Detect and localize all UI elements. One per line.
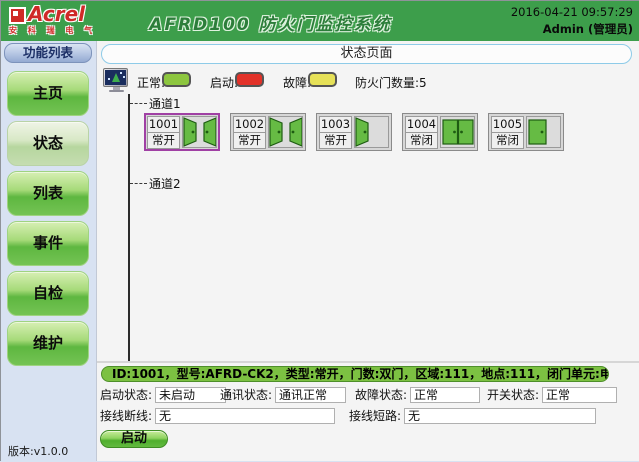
door-item-1005[interactable]: 1005常闭 <box>488 113 564 151</box>
monitor-icon[interactable] <box>103 68 130 95</box>
legend-normal-swatch <box>162 72 191 87</box>
tree-connector <box>130 183 147 184</box>
door-item-1001[interactable]: 1001常开 <box>144 113 220 151</box>
door-id: 1005 <box>491 116 524 133</box>
datetime-label: 2016-04-21 09:57:29 <box>511 5 633 19</box>
channel2-label: 通道2 <box>149 175 181 192</box>
sidebar-item-4[interactable]: 事件 <box>7 221 89 266</box>
channel1-label: 通道1 <box>149 95 181 112</box>
app-window: Acrel 安 科 瑞 电 气 AFRD100 防火门监控系统 2016-04-… <box>0 0 639 461</box>
door-graphic-open-double <box>268 116 303 148</box>
legend-fault-label: 故障: <box>283 74 311 91</box>
sidebar-item-3[interactable]: 列表 <box>7 171 89 216</box>
door-id: 1003 <box>319 116 352 133</box>
fault-state-field[interactable] <box>410 387 480 403</box>
door-item-1004[interactable]: 1004常闭 <box>402 113 478 151</box>
door-item-1002[interactable]: 1002常开 <box>230 113 306 151</box>
start-button[interactable]: 启动 <box>100 430 168 448</box>
door-id: 1004 <box>405 116 438 133</box>
wire-short-field[interactable] <box>404 408 596 424</box>
version-label: 版本:v1.0.0 <box>8 443 68 459</box>
sidebar-item-5[interactable]: 自检 <box>7 271 89 316</box>
main-panel: 状态页面 正常: 启动: 故障: 防火门数量:5 通道1 通道2 <box>96 41 639 461</box>
tree-node-channel1[interactable]: 通道1 <box>130 96 181 110</box>
legend-start-label: 启动: <box>210 74 238 91</box>
fault-state-label: 故障状态: <box>355 386 407 403</box>
door-graphic-open-single <box>354 116 389 148</box>
app-title: AFRD100 防火门监控系统 <box>113 10 428 35</box>
header-bar: Acrel 安 科 瑞 电 气 AFRD100 防火门监控系统 2016-04-… <box>1 1 639 42</box>
sidebar-item-1[interactable]: 主页 <box>7 71 89 116</box>
door-id: 1002 <box>233 116 266 133</box>
door-item-1003[interactable]: 1003常开 <box>316 113 392 151</box>
sidebar-item-2[interactable]: 状态 <box>7 121 89 166</box>
door-count-label: 防火门数量:5 <box>355 74 427 91</box>
tree-line <box>128 94 130 362</box>
door-type: 常闭 <box>405 132 438 149</box>
brand-subtitle: 安 科 瑞 电 气 <box>9 25 109 36</box>
acrel-logo-icon <box>9 7 26 24</box>
doors-row: 1001常开1002常开1003常开1004常闭1005常闭 <box>144 113 564 151</box>
start-state-label: 启动状态: <box>100 386 152 403</box>
door-id: 1001 <box>147 116 180 133</box>
switch-state-label: 开关状态: <box>487 386 539 403</box>
tree-connector <box>130 103 147 104</box>
door-type: 常开 <box>233 132 266 149</box>
sidebar-item-6[interactable]: 维护 <box>7 321 89 366</box>
legend-normal-label: 正常: <box>137 74 165 91</box>
legend-start-swatch <box>235 72 264 87</box>
comm-state-field[interactable] <box>275 387 346 403</box>
divider <box>97 361 639 363</box>
user-label: Admin (管理员) <box>511 21 633 37</box>
sidebar: 功能列表 主页状态列表事件自检维护 版本:v1.0.0 <box>1 41 96 462</box>
switch-state-field[interactable] <box>542 387 617 403</box>
start-state-field[interactable] <box>155 387 226 403</box>
legend-fault-swatch <box>308 72 337 87</box>
brand-name: Acrel <box>28 4 85 24</box>
door-summary-bar: ID:1001，型号:AFRD-CK2，类型:常开，门数:双门，区域:111，地… <box>101 366 609 382</box>
acrel-logo: Acrel 安 科 瑞 电 气 <box>9 4 109 36</box>
wire-short-label: 接线短路: <box>349 407 401 424</box>
door-type: 常开 <box>147 132 180 149</box>
sidebar-header[interactable]: 功能列表 <box>4 43 92 63</box>
wire-break-label: 接线断线: <box>100 407 152 424</box>
page-title: 状态页面 <box>101 44 632 64</box>
door-type: 常开 <box>319 132 352 149</box>
comm-state-label: 通讯状态: <box>220 386 272 403</box>
door-graphic-closed-single <box>526 116 561 148</box>
tree-node-channel2[interactable]: 通道2 <box>130 176 181 190</box>
door-graphic-open-double <box>182 116 217 148</box>
door-graphic-closed-double <box>440 116 475 148</box>
door-type: 常闭 <box>491 132 524 149</box>
wire-break-field[interactable] <box>155 408 335 424</box>
